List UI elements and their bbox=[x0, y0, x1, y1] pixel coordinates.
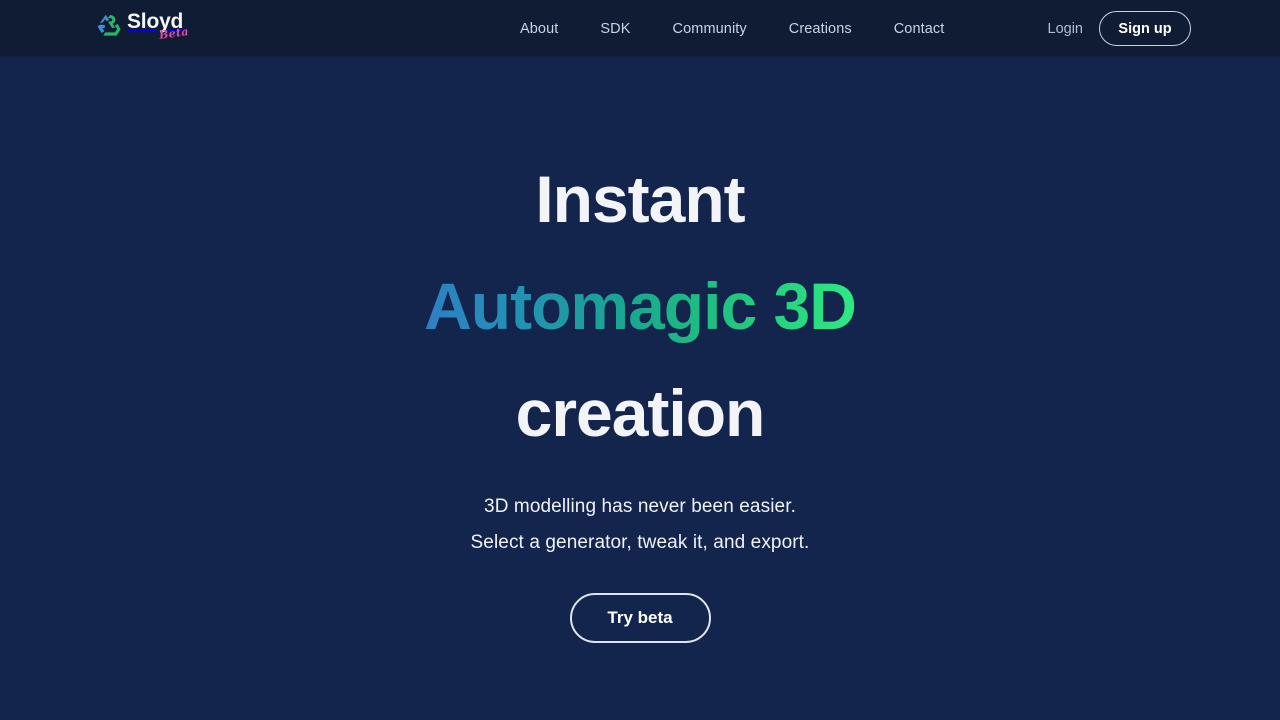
nav-item-contact[interactable]: Contact bbox=[894, 21, 945, 37]
headline-line-1: Instant bbox=[535, 162, 745, 236]
hero-subtitle: 3D modelling has never been easier. Sele… bbox=[471, 489, 810, 561]
login-link[interactable]: Login bbox=[1048, 21, 1083, 37]
brand-logo[interactable]: Sloyd Beta bbox=[96, 9, 190, 45]
headline-line-3: creation bbox=[515, 376, 766, 450]
try-beta-button[interactable]: Try beta bbox=[569, 593, 711, 643]
brand-text-wrap: Sloyd Beta bbox=[127, 9, 190, 42]
nav-item-sdk[interactable]: SDK bbox=[600, 21, 630, 37]
site-header: Sloyd Beta About SDK Community Creations… bbox=[0, 0, 1280, 57]
subtitle-line-2: Select a generator, tweak it, and export… bbox=[470, 532, 810, 553]
nav-item-creations[interactable]: Creations bbox=[789, 21, 852, 37]
sloyd-recycle-mark-icon bbox=[97, 14, 121, 36]
main-navigation: About SDK Community Creations Contact bbox=[520, 0, 944, 57]
hero-headline: Instant Automagic 3D creation bbox=[424, 146, 857, 467]
nav-item-about[interactable]: About bbox=[520, 21, 558, 37]
brand-beta-badge: Beta bbox=[158, 24, 190, 43]
nav-item-community[interactable]: Community bbox=[673, 21, 747, 37]
subtitle-line-1: 3D modelling has never been easier. bbox=[484, 496, 796, 517]
header-actions: Login Sign up bbox=[1048, 0, 1191, 57]
hero-section: Instant Automagic 3D creation 3D modelli… bbox=[0, 57, 1280, 720]
headline-line-2-gradient: Automagic 3D bbox=[424, 253, 857, 360]
signup-button[interactable]: Sign up bbox=[1099, 11, 1191, 46]
